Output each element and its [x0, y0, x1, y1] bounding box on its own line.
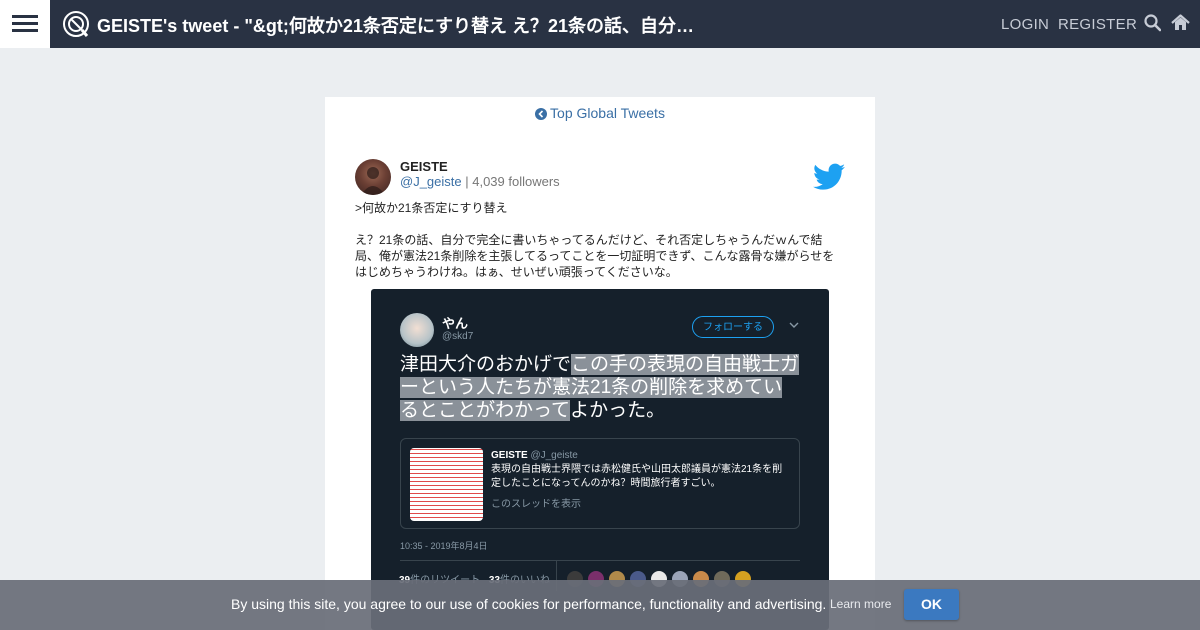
register-link[interactable]: REGISTER	[1058, 16, 1137, 33]
site-logo-icon[interactable]	[62, 10, 90, 38]
author-meta: @J_geiste | 4,039 followers	[400, 174, 560, 189]
show-thread-link: このスレッドを表示	[491, 499, 581, 510]
embedded-text-after: よかった。	[570, 400, 666, 421]
embedded-follow-button: フォローする	[692, 316, 774, 338]
cookie-banner: By using this site, you agree to our use…	[0, 580, 1200, 630]
embedded-author-name: やん	[442, 316, 469, 331]
embedded-author-handle: @skd7	[442, 331, 474, 342]
search-icon[interactable]	[1144, 14, 1161, 32]
twitter-bird-icon[interactable]	[813, 163, 845, 191]
tweet-paragraph-2: え？21条の話、自分で完全に書いちゃってるんだけど、それ否定しちゃうんだｗんで結…	[355, 233, 835, 279]
embedded-text-before: 津田大介のおかげで	[400, 354, 572, 375]
follower-count: | 4,039 followers	[465, 174, 560, 189]
home-icon[interactable]	[1171, 14, 1190, 32]
tweet-text: >何故か21条否定にすり替え え？21条の話、自分で完全に書いちゃってるんだけど…	[355, 200, 845, 296]
quoted-tweet: GEISTE @J_geiste 表現の自由戦士界隈では赤松健氏や山田太郎議員が…	[400, 438, 800, 529]
menu-button[interactable]	[0, 0, 50, 48]
divider	[400, 560, 800, 561]
chevron-down-icon	[789, 322, 799, 328]
tweet-card: Top Global Tweets GEISTE @J_geiste | 4,0…	[325, 97, 875, 630]
quoted-author-handle: @J_geiste	[530, 450, 578, 461]
quoted-tweet-text: 表現の自由戦士界隈では赤松健氏や山田太郎議員が憲法21条を削定したことになってん…	[491, 464, 783, 489]
arrow-circle-left-icon	[535, 108, 548, 120]
tweet-paragraph-1: >何故か21条否定にすり替え	[355, 201, 508, 215]
author-name[interactable]: GEISTE	[400, 159, 448, 174]
page-title: GEISTE's tweet - "&gt;何故か21条否定にすり替え え？21…	[97, 16, 695, 36]
avatar[interactable]	[355, 159, 391, 195]
back-link[interactable]: Top Global Tweets	[325, 105, 875, 121]
embedded-tweet-text: 津田大介のおかげでこの手の表現の自由戦士ガーという人たちが憲法21条の削除を求め…	[400, 353, 800, 422]
embedded-avatar	[400, 313, 434, 347]
cookie-message: By using this site, you agree to our use…	[231, 596, 827, 612]
quoted-tweet-thumbnail	[410, 448, 483, 521]
back-link-label: Top Global Tweets	[550, 105, 665, 121]
author-handle[interactable]: @J_geiste	[400, 174, 462, 189]
menu-icon	[12, 15, 38, 18]
quoted-author-name: GEISTE	[491, 450, 528, 461]
cookie-ok-button[interactable]: OK	[904, 589, 959, 620]
embedded-timestamp: 10:35 - 2019年8月4日	[400, 541, 488, 551]
login-link[interactable]: LOGIN	[1001, 16, 1049, 33]
top-bar: GEISTE's tweet - "&gt;何故か21条否定にすり替え え？21…	[0, 0, 1200, 48]
quoted-author: GEISTE @J_geiste	[491, 450, 578, 461]
learn-more-link[interactable]: Learn more	[830, 597, 891, 611]
embedded-tweet-image[interactable]: やん @skd7 フォローする 津田大介のおかげでこの手の表現の自由戦士ガーとい…	[371, 289, 829, 630]
